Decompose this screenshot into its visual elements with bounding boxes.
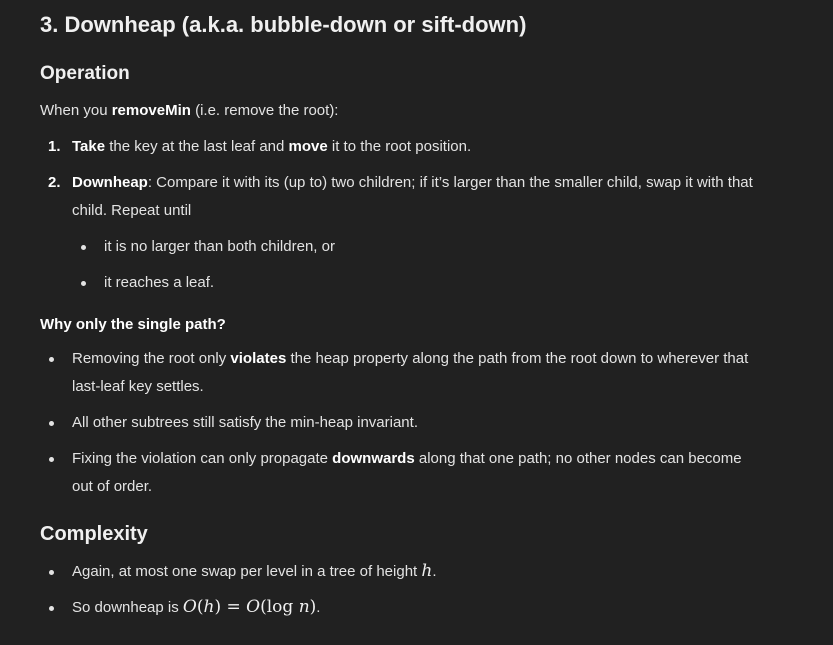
- why-item-1-bold: violates: [230, 350, 287, 367]
- why-item-3-suffix: along that one path; no other nodes can …: [414, 450, 742, 467]
- why-heading-text: Why only the single path?: [40, 316, 226, 333]
- math-O: O: [246, 597, 261, 617]
- intro-bold: removeMin: [111, 102, 191, 119]
- bullet-icon: [81, 281, 86, 286]
- intro-suffix: (i.e. remove the root):: [190, 102, 339, 119]
- step-1-text1: the key at the last leaf and: [105, 138, 289, 155]
- bullet-icon: [49, 457, 54, 462]
- bullet-icon: [81, 245, 86, 250]
- bullet-icon: [49, 357, 54, 362]
- step-2-line1: Downheap: Compare it with its (up to) tw…: [72, 169, 753, 197]
- why-item-1-suffix: the heap property along the path from th…: [286, 350, 749, 367]
- operation-intro: When you removeMin (i.e. remove the root…: [40, 97, 338, 125]
- why-item-3-prefix: Fixing the violation can only propagate: [72, 450, 333, 467]
- step-number: 2.: [48, 174, 61, 191]
- step-1-bold-move: move: [288, 138, 328, 155]
- step-1-bold-take: Take: [72, 138, 106, 155]
- complexity-item-1-end: .: [432, 563, 437, 580]
- section-title: 3. Downheap (a.k.a. bubble-down or sift-…: [40, 12, 527, 37]
- intro-prefix: When you: [40, 102, 112, 119]
- math-h: h: [421, 561, 432, 581]
- step-number: 1.: [48, 138, 61, 155]
- why-heading: Why only the single path?: [40, 311, 226, 339]
- complexity-item-1: Again, at most one swap per level in a t…: [72, 557, 437, 586]
- why-item-3-bold: downwards: [332, 450, 415, 467]
- why-item-1-line1: Removing the root only violates the heap…: [72, 345, 748, 373]
- sub-item: it is no larger than both children, or: [104, 238, 335, 255]
- math-log: (log: [260, 597, 299, 617]
- math-var-h: h: [203, 597, 215, 617]
- operation-heading: Operation: [40, 63, 130, 84]
- bullet-icon: [49, 606, 54, 611]
- math-var-n: n: [298, 597, 310, 617]
- math-O: O: [182, 597, 197, 617]
- step-2-line2: child. Repeat until: [72, 202, 192, 219]
- complexity-item-1-text: Again, at most one swap per level in a t…: [72, 563, 422, 580]
- complexity-item-2-end: .: [316, 599, 321, 616]
- complexity-heading: Complexity: [40, 523, 148, 545]
- complexity-item-2: So downheap is O(h) = O(log n).: [72, 593, 320, 622]
- bullet-icon: [49, 421, 54, 426]
- why-item-1-line2: last-leaf key settles.: [72, 378, 204, 395]
- bullet-icon: [49, 570, 54, 575]
- why-item-3-line1: Fixing the violation can only propagate …: [72, 445, 742, 473]
- step-2-bold-downheap: Downheap: [72, 174, 148, 191]
- math-paren: (: [196, 597, 204, 617]
- step-1-text: Take the key at the last leaf and move i…: [72, 133, 471, 161]
- complexity-item-2-text: So downheap is: [72, 599, 183, 616]
- sub-item: it reaches a leaf.: [104, 274, 215, 291]
- step-2-text-line1: : Compare it with its (up to) two childr…: [147, 174, 753, 191]
- math-var-h: h: [421, 561, 433, 581]
- math-expression: O(h) = O(log n): [183, 597, 316, 617]
- why-item-3-line2: out of order.: [72, 478, 153, 495]
- step-1-text2: it to the root position.: [327, 138, 472, 155]
- math-equals: =: [221, 597, 247, 617]
- why-item-1-prefix: Removing the root only: [72, 350, 231, 367]
- why-item-2: All other subtrees still satisfy the min…: [72, 414, 418, 431]
